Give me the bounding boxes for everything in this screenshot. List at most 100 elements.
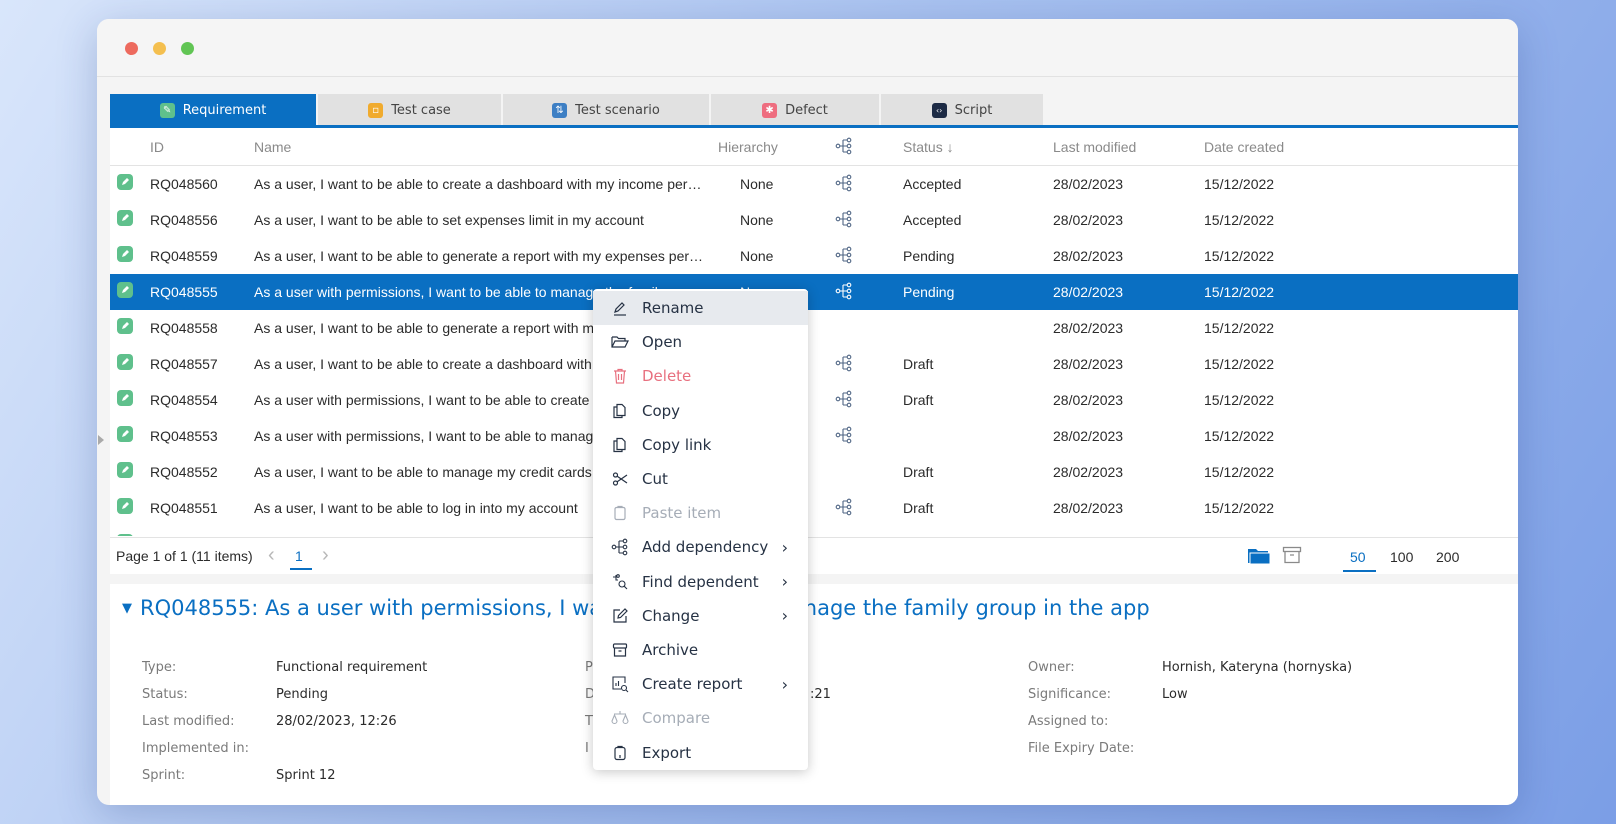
menu-item-open[interactable]: Open xyxy=(593,325,808,359)
menu-item-paste-item[interactable]: Paste item xyxy=(593,496,808,530)
menu-item-find-dependent[interactable]: Find dependent › xyxy=(593,565,808,599)
tab-script[interactable]: ‹› Script xyxy=(881,94,1043,126)
column-header-name[interactable]: Name xyxy=(254,139,291,155)
tab-test-case[interactable]: ▫ Test case xyxy=(318,94,501,126)
requirement-icon xyxy=(117,390,133,406)
chevron-right-icon: › xyxy=(781,572,788,592)
menu-item-export[interactable]: Export xyxy=(593,735,808,769)
menu-item-copy[interactable]: Copy xyxy=(593,394,808,428)
cell-date-created: 15/12/2022 xyxy=(1204,356,1275,372)
details-panel: ▼ RQ048555: As a user with permissions, … xyxy=(110,584,1518,805)
menu-item-archive[interactable]: Archive xyxy=(593,633,808,667)
trash-icon xyxy=(611,367,629,385)
menu-item-compare[interactable]: Compare xyxy=(593,701,808,735)
menu-item-label: Cut xyxy=(642,470,668,489)
previous-page-button[interactable]: ‹ xyxy=(268,544,275,567)
table-row[interactable]: RQ048557 As a user, I want to be able to … xyxy=(110,346,1518,382)
column-header-id[interactable]: ID xyxy=(150,139,164,155)
dependency-tree-icon xyxy=(611,538,629,556)
menu-item-add-dependency[interactable]: Add dependency › xyxy=(593,530,808,564)
archive-icon[interactable] xyxy=(1282,546,1302,567)
context-menu: Rename Open Delete Copy Copy link Cut Paste it… xyxy=(593,289,808,770)
dependency-tree-icon[interactable] xyxy=(835,174,853,195)
defect-icon: ✱ xyxy=(762,102,778,118)
current-page-indicator xyxy=(290,568,312,570)
cell-status: Draft xyxy=(903,392,934,408)
cell-last-modified: 28/02/2023 xyxy=(1053,284,1124,300)
cell-date-created: 15/12/2022 xyxy=(1204,284,1275,300)
field-value-last-modified: 28/02/2023, 12:26 xyxy=(276,714,397,729)
menu-item-label: Copy xyxy=(642,401,681,420)
column-header-hierarchy[interactable]: Hierarchy xyxy=(718,139,778,155)
requirement-icon: ✎ xyxy=(159,102,175,118)
folder-icon[interactable] xyxy=(1247,546,1271,569)
cell-hierarchy: None xyxy=(740,248,774,264)
script-icon: ‹› xyxy=(931,102,947,118)
tab-requirement[interactable]: ✎ Requirement xyxy=(110,94,316,126)
dependency-tree-icon[interactable] xyxy=(835,354,853,375)
menu-item-change[interactable]: Change › xyxy=(593,599,808,633)
field-label-status: Status: xyxy=(142,687,188,702)
menu-item-rename[interactable]: Rename xyxy=(593,291,808,326)
table-row[interactable]: RQ048554 As a user with permissions, I wa… xyxy=(110,382,1518,418)
table-row[interactable]: RQ048551 As a user, I want to be able to … xyxy=(110,490,1518,526)
cell-id: RQ048558 xyxy=(150,320,218,336)
tab-label: Requirement xyxy=(182,102,267,118)
table-row[interactable]: RQ048553 As a user with permissions, I wa… xyxy=(110,418,1518,454)
table-row[interactable]: RQ048556 As a user, I want to be able to … xyxy=(110,202,1518,238)
menu-item-label: Open xyxy=(642,333,683,352)
minimize-window-button[interactable] xyxy=(153,42,166,55)
menu-item-label: Copy link xyxy=(642,435,712,454)
column-header-last-modified[interactable]: Last modified xyxy=(1053,139,1136,155)
menu-item-create-report[interactable]: Create report › xyxy=(593,667,808,701)
requirement-icon xyxy=(117,318,133,334)
cell-id: RQ048551 xyxy=(150,500,218,516)
cell-id: RQ048556 xyxy=(150,212,218,228)
cell-last-modified: 28/02/2023 xyxy=(1053,464,1124,480)
menu-item-copy-link[interactable]: Copy link xyxy=(593,428,808,462)
table-row[interactable]: RQ048559 As a user, I want to be able to … xyxy=(110,238,1518,274)
page-number-button[interactable]: 1 xyxy=(295,548,303,564)
column-header-date-created[interactable]: Date created xyxy=(1204,139,1284,155)
table-row[interactable] xyxy=(110,526,1518,536)
tab-test-scenario[interactable]: ⇅ Test scenario xyxy=(503,94,709,126)
cell-date-created: 15/12/2022 xyxy=(1204,392,1275,408)
cell-id: RQ048554 xyxy=(150,392,218,408)
cell-status: Draft xyxy=(903,500,934,516)
dependency-tree-icon[interactable] xyxy=(835,246,853,267)
cell-name: As a user, I want to be able to set expe… xyxy=(254,212,644,228)
table-row[interactable]: RQ048560 As a user, I want to be able to … xyxy=(110,166,1518,202)
page-size-50[interactable]: 50 xyxy=(1350,549,1366,565)
dependency-tree-icon[interactable] xyxy=(835,137,853,158)
field-label-partial: T xyxy=(585,714,593,729)
requirement-icon xyxy=(117,498,133,514)
page-size-200[interactable]: 200 xyxy=(1436,549,1459,565)
requirement-icon xyxy=(117,462,133,478)
sort-descending-icon: ↓ xyxy=(946,139,954,155)
collapse-chevron-icon[interactable]: ▼ xyxy=(122,601,132,616)
table-row[interactable]: RQ048555 As a user with permissions, I wa… xyxy=(110,274,1518,310)
column-header-status[interactable]: Status ↓ xyxy=(903,139,954,155)
requirement-icon xyxy=(117,534,133,536)
next-page-button[interactable]: › xyxy=(322,544,329,567)
cell-last-modified: 28/02/2023 xyxy=(1053,500,1124,516)
close-window-button[interactable] xyxy=(125,42,138,55)
dependency-tree-icon[interactable] xyxy=(835,210,853,231)
scissors-icon xyxy=(611,470,629,488)
dependency-tree-icon[interactable] xyxy=(835,498,853,519)
menu-item-cut[interactable]: Cut xyxy=(593,462,808,496)
dependency-tree-icon[interactable] xyxy=(835,282,853,303)
menu-item-delete[interactable]: Delete xyxy=(593,359,808,393)
field-value-type: Functional requirement xyxy=(276,660,428,675)
maximize-window-button[interactable] xyxy=(181,42,194,55)
menu-item-label: Compare xyxy=(642,709,711,728)
cell-status: Draft xyxy=(903,356,934,372)
table-row[interactable]: RQ048552 As a user, I want to be able to … xyxy=(110,454,1518,490)
page-size-100[interactable]: 100 xyxy=(1390,549,1413,565)
dependency-tree-icon[interactable] xyxy=(835,426,853,447)
table-row[interactable]: RQ048558 As a user, I want to be able to … xyxy=(110,310,1518,346)
tab-defect[interactable]: ✱ Defect xyxy=(711,94,879,126)
field-label-owner: Owner: xyxy=(1028,660,1075,675)
expand-sidebar-handle[interactable] xyxy=(98,435,104,445)
dependency-tree-icon[interactable] xyxy=(835,390,853,411)
